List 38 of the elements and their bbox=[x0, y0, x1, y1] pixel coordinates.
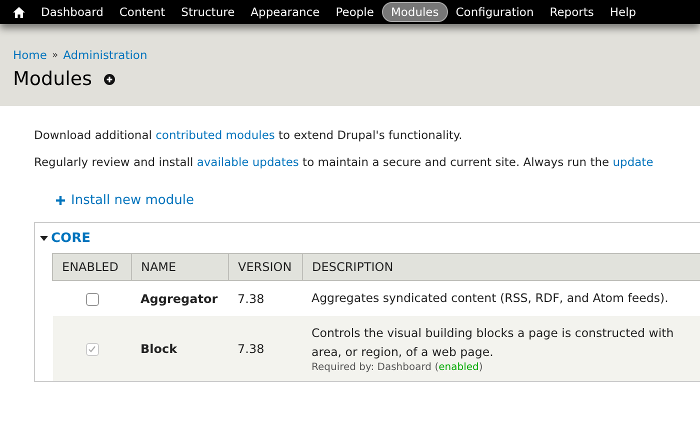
module-description: Aggregates syndicated content (RSS, RDF, and Atom feeds). bbox=[312, 290, 670, 307]
module-name: Block bbox=[140, 342, 178, 356]
toolbar-link[interactable]: Help bbox=[602, 3, 644, 21]
checkmark-icon bbox=[88, 346, 96, 353]
column-header: NAME bbox=[132, 254, 228, 280]
intro-paragraph: Regularly review and install available updates to maintain a secure and current site. Always run the update bbox=[34, 155, 654, 169]
enable-checkbox[interactable] bbox=[86, 292, 98, 306]
breadcrumb-link[interactable]: Administration bbox=[63, 48, 148, 62]
module-description: Controls the visual building blocks a page is constructed with bbox=[312, 325, 675, 342]
install-module-link[interactable]: Install new module bbox=[56, 193, 194, 208]
module-version: 7.38 bbox=[238, 342, 264, 356]
intro-paragraph: Download additional contributed modules to extend Drupal's functionality. bbox=[34, 128, 464, 142]
plus-icon bbox=[56, 196, 65, 205]
column-header: DESCRIPTION bbox=[302, 254, 700, 280]
required-by-note: Required by: Dashboard (enabled) bbox=[312, 362, 484, 373]
toolbar-link[interactable]: People bbox=[328, 3, 382, 21]
text-link[interactable]: update bbox=[612, 155, 654, 169]
toolbar-link[interactable]: Dashboard bbox=[33, 3, 112, 21]
breadcrumb-separator: » bbox=[52, 50, 58, 60]
text-link[interactable]: available updates bbox=[196, 155, 299, 169]
module-name: Aggregator bbox=[140, 292, 218, 306]
toolbar-link[interactable]: Appearance bbox=[242, 3, 328, 21]
toolbar-link[interactable]: Structure bbox=[173, 3, 243, 21]
add-shortcut-icon[interactable] bbox=[104, 74, 115, 84]
home-icon[interactable] bbox=[13, 6, 25, 18]
toolbar-link[interactable]: Content bbox=[111, 3, 174, 21]
fieldset-legend[interactable]: CORE bbox=[51, 231, 90, 246]
column-header: ENABLED bbox=[52, 254, 132, 280]
toolbar-link[interactable]: Reports bbox=[542, 3, 602, 21]
toolbar-link[interactable]: Configuration bbox=[448, 3, 542, 21]
page-title: Modules bbox=[13, 68, 92, 90]
caret-icon[interactable] bbox=[40, 236, 48, 242]
column-header: VERSION bbox=[228, 254, 302, 280]
toolbar-link[interactable]: Modules bbox=[382, 2, 448, 22]
module-version: 7.38 bbox=[238, 292, 264, 306]
text-link[interactable]: contributed modules bbox=[156, 128, 275, 142]
breadcrumb-link[interactable]: Home bbox=[13, 48, 47, 62]
module-description: area, or region, of a web page. bbox=[312, 344, 494, 361]
